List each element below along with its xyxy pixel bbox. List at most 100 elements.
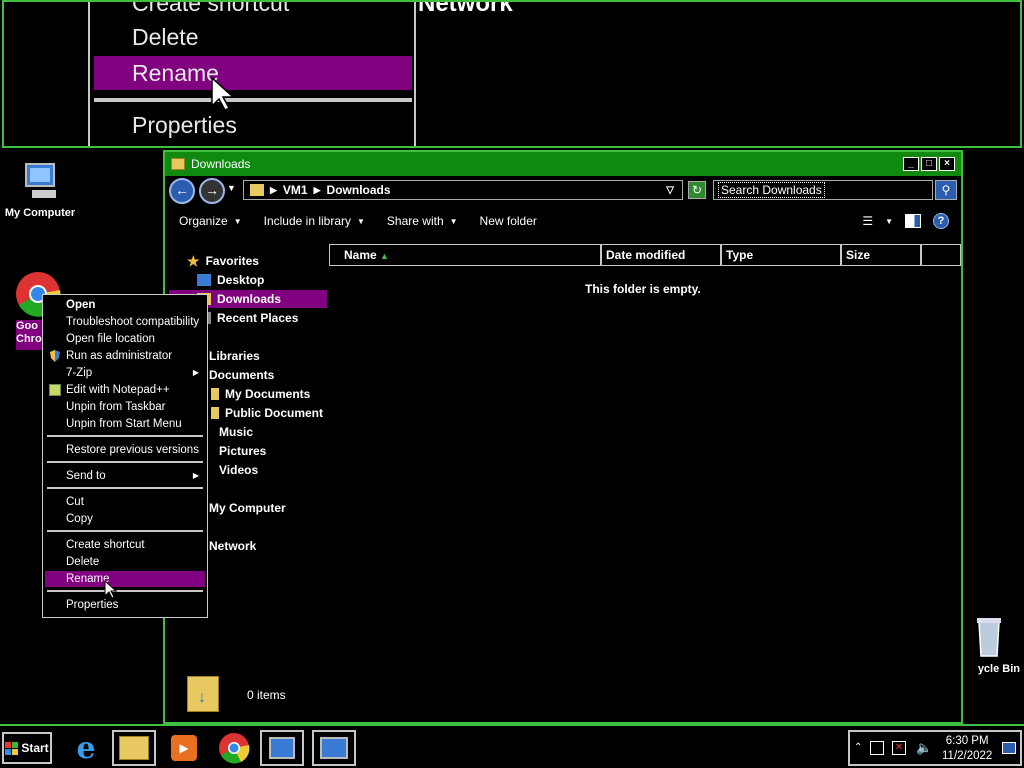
chevron-right-icon[interactable]: ▶ (314, 185, 321, 196)
menu-unpin-from-start-menu[interactable]: Unpin from Start Menu (45, 416, 205, 432)
address-bar[interactable]: ▶ VM1 ▶ Downloads ▽ (243, 180, 683, 200)
search-icon[interactable]: ⚲ (935, 180, 957, 200)
nav-libraries[interactable]: Libraries (209, 347, 260, 365)
menu-delete[interactable]: Delete (45, 554, 205, 570)
nav-my-computer[interactable]: My Computer (209, 499, 286, 517)
minimize-button[interactable]: _ (903, 157, 919, 171)
folder-icon (250, 184, 264, 196)
nav-documents[interactable]: Documents (209, 366, 274, 384)
new-folder-button[interactable]: New folder (480, 214, 537, 228)
chevron-right-icon[interactable]: ▶ (270, 185, 277, 196)
volume-icon[interactable]: 🔈 (916, 740, 932, 756)
menu-cut[interactable]: Cut (45, 494, 205, 510)
address-row: ← → ▼ ▶ VM1 ▶ Downloads ▽ ↻ Search Downl… (165, 176, 961, 206)
menu-restore-previous-versions[interactable]: Restore previous versions (45, 442, 205, 458)
notepad-icon (49, 384, 61, 396)
menu-unpin-from-taskbar[interactable]: Unpin from Taskbar (45, 399, 205, 415)
forward-button[interactable]: → (199, 178, 225, 204)
menu-open-file-location[interactable]: Open file location (45, 331, 205, 347)
clock-time: 6:30 PM (945, 735, 989, 747)
media-player-icon[interactable]: ▶ (162, 730, 206, 766)
column-type[interactable]: Type (721, 244, 841, 266)
view-dropdown-icon[interactable]: ▼ (885, 217, 893, 226)
network-error-icon[interactable]: ✕ (892, 741, 906, 755)
view-options-icon[interactable]: ☰ (862, 214, 873, 228)
help-icon[interactable]: ? (933, 213, 949, 229)
refresh-button[interactable]: ↻ (688, 181, 706, 199)
action-center-icon[interactable] (870, 741, 884, 755)
window-title: Downloads (191, 157, 251, 171)
close-button[interactable]: × (939, 157, 955, 171)
search-placeholder: Search Downloads (718, 182, 825, 198)
recent-pages-chevron-icon[interactable]: ▼ (227, 183, 236, 193)
menu-separator (47, 530, 203, 532)
desktop-icon (197, 274, 211, 286)
nav-videos[interactable]: Videos (219, 461, 258, 479)
empty-folder-message: This folder is empty. (585, 282, 701, 296)
magnifier-view: Create shortcut Delete Rename Properties… (2, 0, 1022, 148)
desktop-icon-my-computer[interactable]: My Computer (0, 160, 80, 219)
preview-pane-icon[interactable] (905, 214, 921, 228)
title-bar[interactable]: Downloads _ □ × (165, 152, 961, 176)
nav-my-documents[interactable]: My Documents (211, 385, 310, 403)
internet-explorer-icon[interactable]: e (64, 730, 108, 766)
file-explorer-icon[interactable] (112, 730, 156, 766)
nav-public-documents[interactable]: Public Document (211, 404, 323, 422)
menu-run-as-administrator[interactable]: Run as administrator (45, 348, 205, 364)
computer-icon (25, 163, 56, 198)
my-computer-label: My Computer (4, 207, 76, 219)
search-input[interactable]: Search Downloads (713, 180, 933, 200)
folder-icon (171, 158, 185, 170)
address-root[interactable]: VM1 (283, 183, 308, 197)
column-date-modified[interactable]: Date modified (601, 244, 721, 266)
submenu-arrow-icon: ▶ (192, 471, 199, 480)
show-hidden-icons-chevron-icon[interactable]: ⌃ (854, 742, 862, 753)
menu-separator (47, 461, 203, 463)
column-headers: Name ▲ Date modified Type Size (329, 244, 961, 266)
item-count: 0 items (247, 688, 286, 702)
star-icon: ★ (187, 252, 200, 269)
back-button[interactable]: ← (169, 178, 195, 204)
menu-edit-with-notepad[interactable]: Edit with Notepad++ (45, 382, 205, 398)
menu-7zip[interactable]: 7-Zip ▶ (45, 365, 205, 381)
address-dropdown-icon[interactable]: ▽ (666, 185, 674, 196)
share-with-button[interactable]: Share with ▼ (387, 214, 458, 228)
clock[interactable]: 6:30 PM 11/2/2022 (942, 734, 992, 764)
clock-date: 11/2/2022 (942, 750, 993, 762)
desktop-icon-recycle-bin[interactable]: ycle Bin (958, 612, 1020, 675)
chrome-taskbar-icon[interactable] (212, 730, 256, 766)
menu-create-shortcut[interactable]: Create shortcut (45, 537, 205, 553)
address-folder[interactable]: Downloads (327, 183, 391, 197)
nav-music[interactable]: Music (219, 423, 253, 441)
menu-send-to[interactable]: Send to ▶ (45, 468, 205, 484)
maximize-button[interactable]: □ (921, 157, 937, 171)
organize-button[interactable]: Organize ▼ (179, 214, 242, 228)
sort-ascending-icon: ▲ (380, 251, 389, 261)
menu-troubleshoot-compatibility[interactable]: Troubleshoot compatibility (45, 314, 205, 330)
magnified-cursor-icon (211, 76, 235, 111)
menu-rename[interactable]: Rename (45, 571, 205, 587)
nav-desktop[interactable]: Desktop (197, 271, 264, 289)
column-name[interactable]: Name ▲ (329, 244, 601, 266)
remote-desktop-icon[interactable] (312, 730, 356, 766)
command-bar: Organize ▼ Include in library ▼ Share with… (165, 206, 961, 236)
start-button[interactable]: Start (2, 732, 52, 764)
include-in-library-button[interactable]: Include in library ▼ (264, 214, 365, 228)
nav-network[interactable]: Network (209, 537, 256, 555)
menu-copy[interactable]: Copy (45, 511, 205, 527)
menu-open[interactable]: Open (45, 297, 205, 313)
column-filler (921, 244, 961, 266)
menu-properties[interactable]: Properties (45, 597, 205, 613)
column-size[interactable]: Size (841, 244, 921, 266)
system-tray: ⌃ ✕ 🔈 6:30 PM 11/2/2022 (848, 730, 1022, 766)
computer-taskbar-icon[interactable] (260, 730, 304, 766)
menu-separator (47, 487, 203, 489)
context-menu: Open Troubleshoot compatibility Open fil… (42, 294, 208, 618)
nav-recent-places[interactable]: Recent Places (197, 309, 298, 327)
downloads-folder-icon: ↓ (187, 676, 219, 712)
nav-pictures[interactable]: Pictures (219, 442, 266, 460)
show-desktop-icon[interactable] (1002, 742, 1016, 754)
magnified-properties: Properties (132, 112, 237, 138)
nav-favorites[interactable]: ★ Favorites (187, 252, 259, 270)
explorer-window: Downloads _ □ × ← → ▼ ▶ VM1 ▶ Downloads … (163, 150, 963, 724)
